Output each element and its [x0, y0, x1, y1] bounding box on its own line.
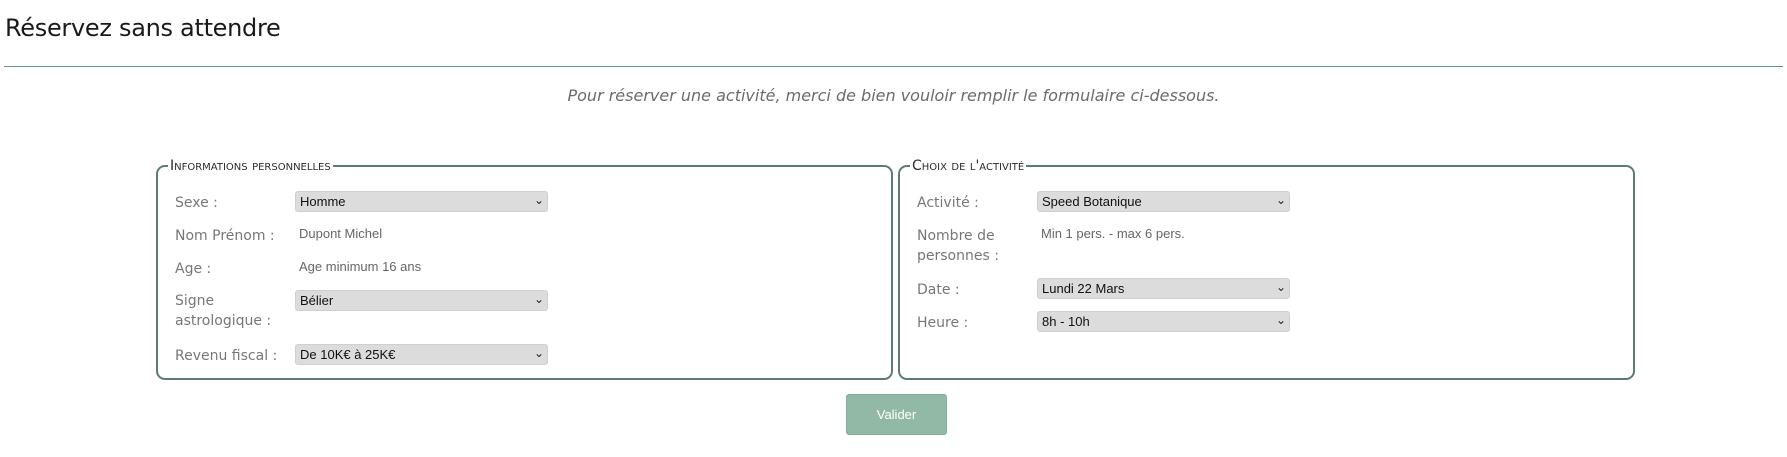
signe-select[interactable]: Bélier ⌄: [295, 290, 548, 311]
heure-select[interactable]: 8h - 10h ⌄: [1037, 311, 1290, 332]
activite-select-value: Speed Botanique: [1042, 194, 1142, 209]
age-input[interactable]: Age minimum 16 ans: [299, 258, 421, 275]
revenu-select-value: De 10K€ à 25K€: [300, 347, 396, 362]
personal-info-legend: Informations personnelles: [170, 158, 331, 174]
date-label: Date :: [917, 282, 960, 298]
chevron-down-icon: ⌄: [1275, 193, 1286, 207]
chevron-down-icon: ⌄: [1275, 280, 1286, 294]
nombre-label: Nombre de personnes :: [917, 228, 999, 264]
chevron-down-icon: ⌄: [533, 193, 544, 207]
sexe-label: Sexe :: [175, 195, 218, 211]
title-divider: [4, 66, 1783, 67]
signe-label: Signe astrologique :: [175, 293, 272, 329]
chevron-down-icon: ⌄: [1275, 313, 1286, 327]
nom-label: Nom Prénom :: [175, 228, 275, 244]
chevron-down-icon: ⌄: [533, 292, 544, 306]
date-select[interactable]: Lundi 22 Mars ⌄: [1037, 278, 1290, 299]
nom-input[interactable]: Dupont Michel: [299, 225, 382, 242]
intro-text: Pour réserver une activité, merci de bie…: [567, 86, 1220, 105]
nombre-input[interactable]: Min 1 pers. - max 6 pers.: [1041, 225, 1185, 242]
page-title: Réservez sans attendre: [5, 14, 281, 42]
personal-info-panel: Informations personnelles Sexe : Homme ⌄…: [156, 158, 893, 380]
date-select-value: Lundi 22 Mars: [1042, 281, 1125, 296]
age-label: Age :: [175, 261, 212, 277]
sexe-select[interactable]: Homme ⌄: [295, 191, 548, 212]
activity-legend: Choix de l'activité: [912, 158, 1025, 174]
activite-label: Activité :: [917, 195, 979, 211]
submit-button[interactable]: Valider: [846, 394, 947, 435]
activite-select[interactable]: Speed Botanique ⌄: [1037, 191, 1290, 212]
revenu-select[interactable]: De 10K€ à 25K€ ⌄: [295, 344, 548, 365]
chevron-down-icon: ⌄: [533, 346, 544, 360]
revenu-label: Revenu fiscal :: [175, 348, 278, 364]
sexe-select-value: Homme: [300, 194, 346, 209]
heure-label: Heure :: [917, 315, 969, 331]
heure-select-value: 8h - 10h: [1042, 314, 1090, 329]
activity-panel: Choix de l'activité Activité : Speed Bot…: [898, 158, 1635, 380]
signe-select-value: Bélier: [300, 293, 334, 308]
